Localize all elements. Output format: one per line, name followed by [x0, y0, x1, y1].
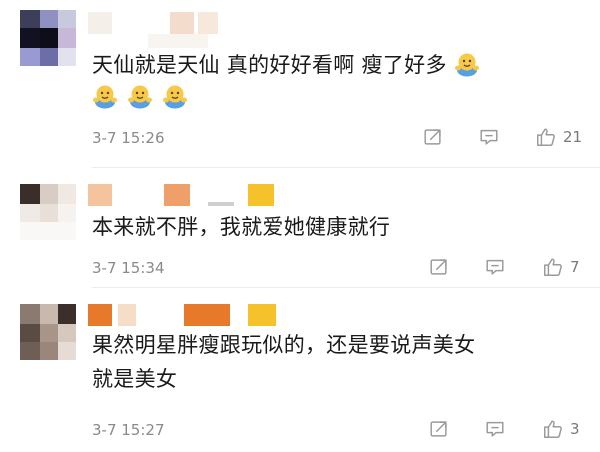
comment-text: 果然明星胖瘦跟玩似的，还是要说声美女 就是美女	[92, 328, 580, 396]
avatar[interactable]	[20, 10, 76, 66]
like-count: 21	[563, 128, 583, 146]
comment-2: 本来就不胖，我就爱她健康就行 3-7 15:34 7	[0, 168, 600, 288]
like-count: 7	[570, 258, 580, 276]
comment-text: 天仙就是天仙 真的好好看啊 瘦了好多	[92, 48, 580, 114]
share-icon	[422, 126, 444, 148]
reply-icon	[484, 256, 506, 278]
timestamp: 3-7 15:26	[92, 129, 165, 147]
reply-icon	[484, 418, 506, 440]
timestamp: 3-7 15:34	[92, 259, 165, 277]
hugging-emoji-icon	[127, 83, 153, 109]
comment-meta: 3-7 15:26 21	[92, 126, 582, 152]
comment-3: 果然明星胖瘦跟玩似的，还是要说声美女 就是美女 3-7 15:27 3	[0, 288, 600, 452]
hugging-emoji-icon	[454, 51, 480, 77]
thumbs-up-icon	[542, 418, 564, 440]
comment-text-line2: 就是美女	[92, 367, 178, 391]
thumbs-up-icon	[535, 126, 557, 148]
avatar[interactable]	[20, 304, 76, 360]
reply-button[interactable]	[484, 418, 506, 440]
hugging-emoji-icon	[92, 83, 118, 109]
reply-button[interactable]	[484, 256, 506, 278]
comment-meta: 3-7 15:27 3	[92, 418, 580, 444]
like-button[interactable]: 7	[542, 256, 580, 278]
share-icon	[428, 256, 450, 278]
comment-text-body: 天仙就是天仙 真的好好看啊 瘦了好多	[92, 53, 447, 77]
hugging-emoji-icon	[162, 83, 188, 109]
emoji-row	[92, 80, 580, 114]
timestamp: 3-7 15:27	[92, 421, 165, 439]
share-button[interactable]	[428, 418, 450, 440]
reply-button[interactable]	[478, 126, 500, 148]
comment-meta: 3-7 15:34 7	[92, 256, 580, 282]
share-icon	[428, 418, 450, 440]
like-button[interactable]: 21	[535, 126, 582, 148]
share-button[interactable]	[428, 256, 450, 278]
comment-1: 天仙就是天仙 真的好好看啊 瘦了好多 3-7 15:26 21	[0, 0, 600, 168]
comment-text-body: 本来就不胖，我就爱她健康就行	[92, 215, 391, 239]
reply-icon	[478, 126, 500, 148]
like-button[interactable]: 3	[542, 418, 580, 440]
comment-text: 本来就不胖，我就爱她健康就行	[92, 210, 580, 244]
comment-text-line1: 果然明星胖瘦跟玩似的，还是要说声美女	[92, 333, 476, 357]
share-button[interactable]	[422, 126, 444, 148]
thumbs-up-icon	[542, 256, 564, 278]
like-count: 3	[570, 420, 580, 438]
avatar[interactable]	[20, 184, 76, 240]
